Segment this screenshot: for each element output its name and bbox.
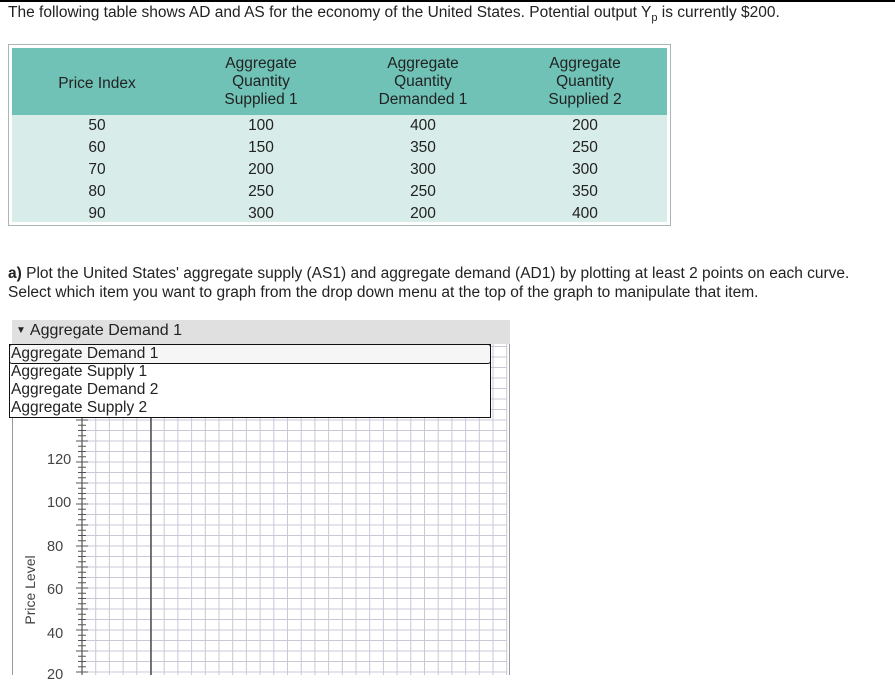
y-tick-label: 20 <box>47 667 64 683</box>
dropdown-option-ad2[interactable]: Aggregate Demand 2 <box>10 381 490 399</box>
header-line: Aggregate <box>225 55 297 72</box>
table-cell: 300 <box>248 205 274 222</box>
table-body: Price Index Aggregate Quantity Supplied … <box>12 48 667 222</box>
y-tick-label: 100 <box>47 495 72 511</box>
table-cell: 300 <box>410 161 436 178</box>
header-line: Price Index <box>58 75 136 92</box>
table-cell: 250 <box>410 183 436 200</box>
caret-down-icon: ▼ <box>16 325 26 336</box>
table-cell: 250 <box>572 139 598 156</box>
table-cell: 90 <box>88 205 106 222</box>
header-line: Quantity <box>394 73 452 90</box>
dropdown-option-as2[interactable]: Aggregate Supply 2 <box>10 399 490 417</box>
graph-item-select[interactable]: ▼ Aggregate Demand 1 <box>12 320 510 344</box>
table-cell: 350 <box>572 183 598 200</box>
graph-widget: ▼ Aggregate Demand 1 Price Level 120 100 80… <box>9 320 510 683</box>
table-cell: 100 <box>248 117 274 134</box>
header-line: Quantity <box>556 73 614 90</box>
intro-text-main: The following table shows AD and AS for … <box>8 4 652 21</box>
intro-text: The following table shows AD and AS for … <box>8 4 780 24</box>
table-cell: 50 <box>88 117 106 134</box>
header-aqd1: Aggregate Quantity Demanded 1 <box>360 55 486 109</box>
table-cell: 400 <box>572 205 598 222</box>
dropdown-option-as1[interactable]: Aggregate Supply 1 <box>10 363 490 381</box>
graph-selected-item: Aggregate Demand 1 <box>29 322 183 340</box>
question-text-2: Select which item you want to graph from… <box>8 284 759 301</box>
table-cell: 80 <box>88 183 106 200</box>
table-cell: 200 <box>410 205 436 222</box>
table-cell: 300 <box>572 161 598 178</box>
top-rule <box>0 0 895 2</box>
table-cell: 200 <box>572 117 598 134</box>
table-cell: 60 <box>88 139 106 156</box>
header-aqs1: Aggregate Quantity Supplied 1 <box>198 55 324 109</box>
header-line: Supplied 1 <box>224 91 298 108</box>
y-tick-label: 80 <box>47 539 64 555</box>
header-aqs2: Aggregate Quantity Supplied 2 <box>522 55 648 109</box>
y-axis-label: Price Level <box>22 555 38 625</box>
question-label: a) <box>8 265 22 282</box>
dropdown-option-ad1[interactable]: Aggregate Demand 1 <box>9 344 491 364</box>
header-line: Demanded 1 <box>378 91 468 108</box>
header-line: Aggregate <box>387 55 459 72</box>
table-cell: 150 <box>248 139 274 156</box>
table-cell: 200 <box>248 161 274 178</box>
table-header: Price Index Aggregate Quantity Supplied … <box>12 48 667 115</box>
y-tick-label: 40 <box>47 626 64 642</box>
ad-as-table: Price Index Aggregate Quantity Supplied … <box>8 44 671 226</box>
header-line: Aggregate <box>549 55 621 72</box>
table-cell: 250 <box>248 183 274 200</box>
y-tick-label: 120 <box>47 452 72 468</box>
table-cell: 400 <box>410 117 436 134</box>
header-price-index: Price Index <box>34 75 160 93</box>
header-line: Quantity <box>232 73 290 90</box>
question-line-1: a) Plot the United States' aggregate sup… <box>8 264 888 283</box>
question-a: a) Plot the United States' aggregate sup… <box>8 264 888 302</box>
table-cell: 70 <box>88 161 106 178</box>
question-text-1: Plot the United States' aggregate supply… <box>21 265 850 282</box>
intro-text-end: is currently $200. <box>657 4 780 21</box>
y-tick-label: 60 <box>47 582 64 598</box>
table-cell: 350 <box>410 139 436 156</box>
item-dropdown-list[interactable]: Aggregate Demand 1 Aggregate Supply 1 Ag… <box>9 344 491 418</box>
header-line: Supplied 2 <box>548 91 622 108</box>
